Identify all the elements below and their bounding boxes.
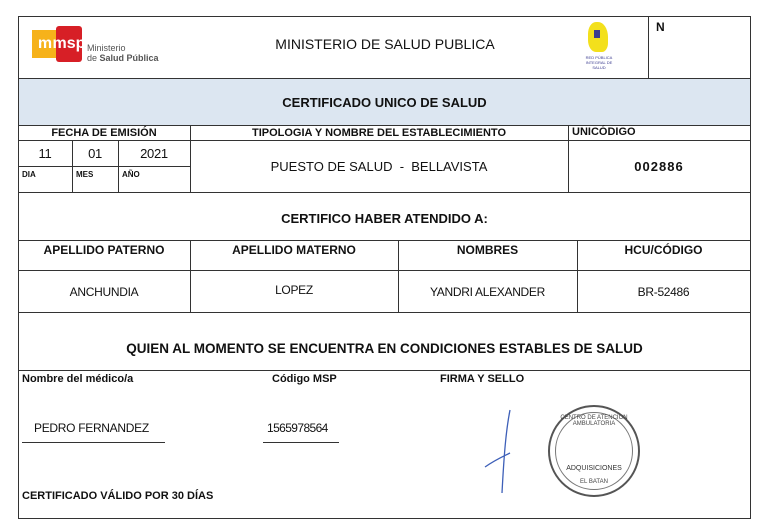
unicodigo-value: 002886 (634, 159, 684, 174)
msp-logo: m msp (32, 26, 85, 62)
divider (648, 16, 649, 78)
doctor-code: 1565978564 (267, 421, 328, 435)
underline (22, 442, 165, 443)
header-apellido-paterno: APELLIDO PATERNO (43, 243, 165, 257)
dia-value: 11 (38, 145, 52, 161)
logo-line2b: Salud Pública (99, 53, 159, 63)
unicodigo-label: UNICÓDIGO (572, 126, 636, 138)
header-nombres: NOMBRES (456, 243, 519, 257)
ministry-title: MINISTERIO DE SALUD PUBLICA (275, 36, 495, 52)
value-apellido-paterno: ANCHUNDIA (69, 285, 139, 299)
divider (18, 166, 190, 167)
logo-text: Ministerio de Salud Pública (87, 43, 159, 63)
validity-text: CERTIFICADO VÁLIDO POR 30 DÍAS (22, 490, 214, 502)
mes-value: 01 (88, 145, 102, 161)
tipologia-label: TIPOLOGIA Y NOMBRE DEL ESTABLECIMIENTO (251, 126, 507, 139)
anio-label: AÑO (122, 170, 140, 179)
header-hcu: HCU/CÓDIGO (624, 243, 703, 257)
establishment-name: PUESTO DE SALUD - BELLAVISTA (270, 159, 488, 174)
dia-label: DIA (22, 170, 36, 179)
value-hcu: BR-52486 (637, 285, 690, 299)
banner-title: CERTIFICADO UNICO DE SALUD (19, 79, 750, 125)
anio-value: 2021 (140, 145, 168, 161)
fecha-label: FECHA DE EMISIÓN (51, 126, 157, 139)
signature (484, 409, 511, 494)
condition-text: QUIEN AL MOMENTO SE ENCUENTRA EN CONDICI… (126, 340, 643, 356)
firma-label: FIRMA Y SELLO (440, 373, 525, 385)
divider (18, 312, 751, 313)
logo-line2a: de (87, 53, 100, 63)
stamp: CENTRO DE ATENCION AMBULATORIA ADQUISICI… (548, 405, 640, 497)
underline (263, 442, 339, 443)
divider (18, 370, 751, 371)
value-nombres: YANDRI ALEXANDER (429, 285, 545, 299)
value-apellido-materno: LOPEZ (275, 283, 313, 297)
logo-line1: Ministerio (87, 43, 126, 53)
rpis-logo: RED PÚBLICA INTEGRAL DE SALUD (582, 22, 616, 74)
doctor-code-label: Código MSP (272, 373, 337, 385)
doctor-name: PEDRO FERNANDEZ (34, 421, 149, 435)
doctor-name-label: Nombre del médico/a (22, 373, 134, 385)
certifico-title: CERTIFICO HABER ATENDIDO A: (281, 210, 488, 226)
divider (18, 192, 751, 193)
n-label: N (656, 20, 665, 34)
mes-label: MES (76, 170, 94, 179)
header-apellido-materno: APELLIDO MATERNO (232, 243, 356, 257)
